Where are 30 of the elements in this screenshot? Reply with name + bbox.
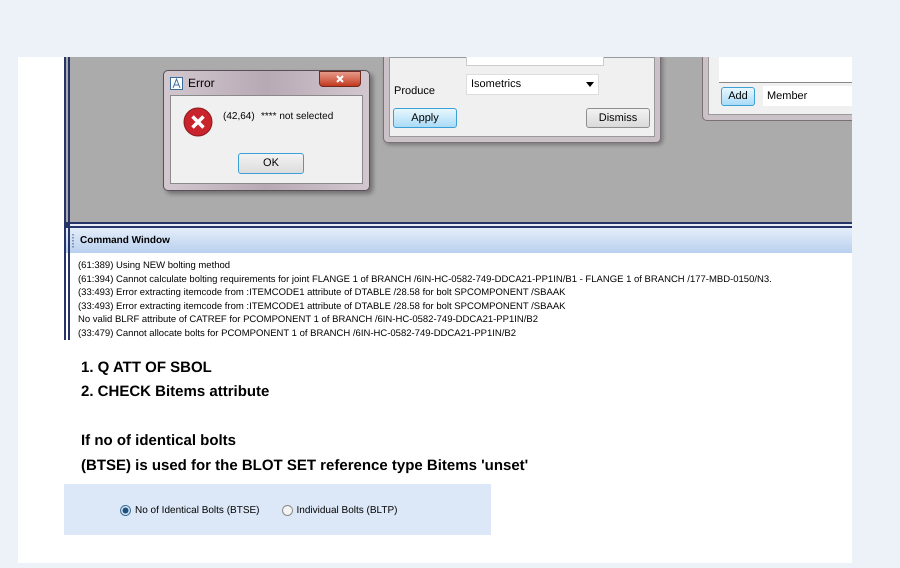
log-line: (33:493) Error extracting itemcode from :ITEMCODE1 attribute of DTABLE /28.58 for bolt SPCOMPONENT /SBAAK — [78, 300, 566, 313]
log-line: (33:479) Cannot allocate bolts for PCOMPONENT 1 of BRANCH /6IN-HC-0582-749-DDCA21-PP1IN/B2 — [78, 326, 516, 340]
ok-button[interactable]: OK — [238, 153, 304, 174]
log-line: No valid BLRF attribute of CATREF for PCOMPONENT 1 of BRANCH /6IN-HC-0582-749-DDCA21-PP1IN/B2 — [78, 313, 538, 326]
command-window-title: Command Window — [80, 234, 170, 248]
app-logo-icon — [170, 76, 183, 90]
step-text: 2. CHECK Bitems attribute — [81, 382, 270, 402]
log-line: (33:493) Error extracting itemcode from :ITEMCODE1 attribute of DTABLE /28.58 for bolt SPCOMPONENT /SBAAK — [78, 286, 566, 300]
radio-option[interactable]: No of Identical Bolts (BTSE) — [120, 503, 260, 518]
field-label: Produce — [394, 84, 435, 99]
dialog-title: Error — [188, 75, 215, 92]
radio-option[interactable]: Individual Bolts (BLTP) — [282, 503, 398, 518]
log-line: (61:389) Using NEW bolting method — [78, 259, 230, 272]
default-button[interactable]: Add — [721, 86, 755, 106]
note-text: (BTSE) is used for the BLOT SET reference type Bitems 'unset' — [81, 456, 528, 476]
input-field[interactable]: Member — [763, 86, 852, 106]
default-button[interactable]: Apply — [393, 108, 457, 128]
close-icon — [336, 75, 344, 83]
log-line: (61:394) Cannot calculate bolting requirements for joint FLANGE 1 of BRANCH /6IN-HC-0582-749-DDCA21-PP1IN/B1 - FLANGE 1 of BRANCH /177-MBD-0150/N3. — [78, 272, 772, 286]
error-message: **** not selected — [261, 110, 334, 124]
note-text: If no of identical bolts — [81, 431, 236, 451]
error-icon — [183, 107, 213, 137]
caret-icon — [586, 82, 594, 87]
button[interactable]: Dismiss — [586, 108, 650, 128]
error-code: (42,64) — [223, 110, 255, 124]
close-button[interactable] — [319, 71, 361, 87]
list-field[interactable] — [719, 57, 852, 83]
step-text: 1. Q ATT OF SBOL — [81, 358, 212, 378]
dropdown-field[interactable]: Isometrics — [466, 74, 599, 95]
dropdown-field[interactable] — [466, 57, 604, 66]
